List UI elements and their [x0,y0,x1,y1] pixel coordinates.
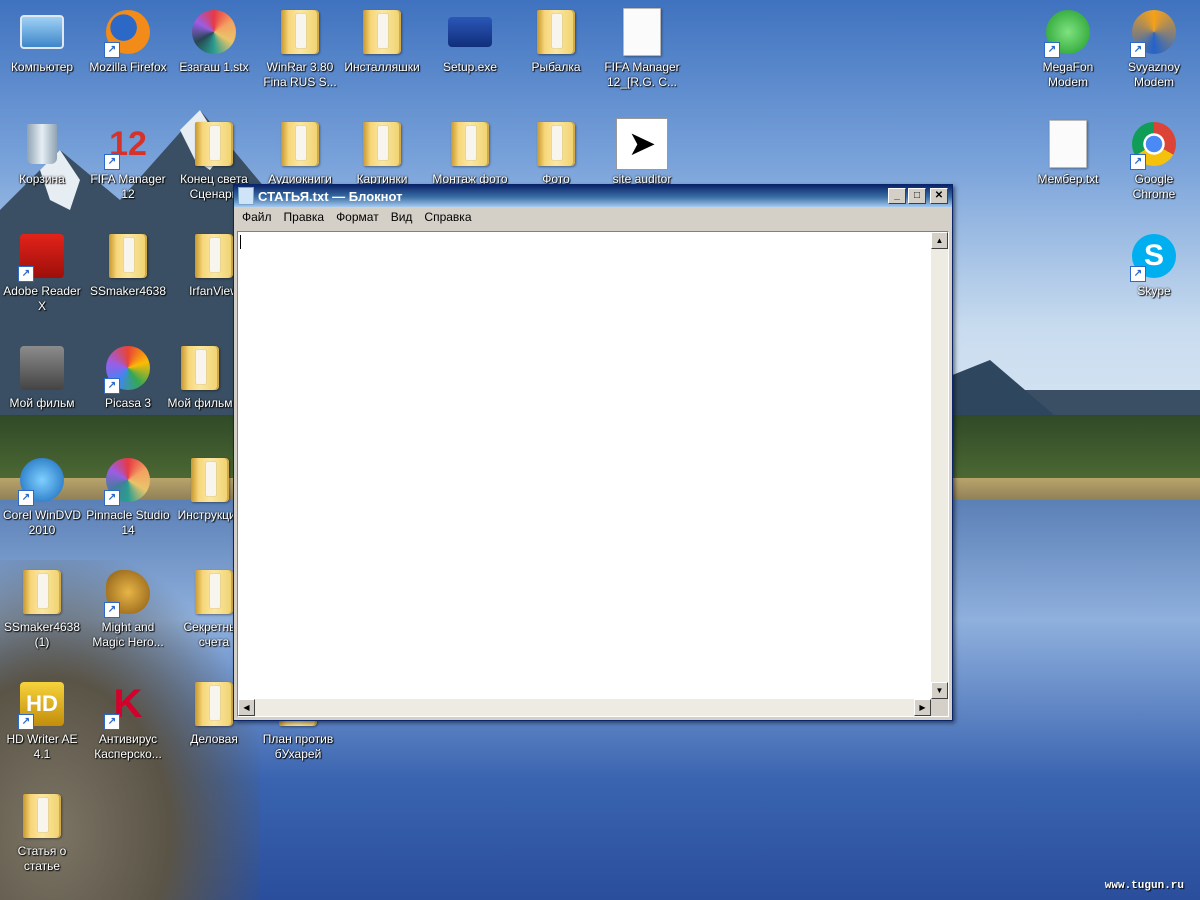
scroll-up-icon[interactable]: ▲ [931,232,948,249]
desktop-icon-winrar[interactable]: WinRar 3.80 Fina RUS S... [258,6,342,90]
desktop-icon-svyaznoy[interactable]: ↗ Svyaznoy Modem [1112,6,1196,90]
desktop-icon-megafon[interactable]: ↗ MegaFon Modem [1026,6,1110,90]
shortcut-arrow-icon: ↗ [1130,154,1146,170]
vertical-scrollbar[interactable]: ▲ ▼ [931,232,948,699]
desktop-icon-firefox[interactable]: ↗ Mozilla Firefox [86,6,170,75]
desktop-icon-fishing[interactable]: Рыбалка [514,6,598,75]
desktop-icon-photo-montage[interactable]: Монтаж фото [428,118,512,187]
text-caret [240,235,241,249]
desktop-icon-ssmaker[interactable]: SSmaker4638 [86,230,170,299]
shortcut-arrow-icon: ↗ [18,266,34,282]
walkman-icon [448,17,492,47]
shortcut-arrow-icon: ↗ [1130,266,1146,282]
file-icon [623,8,661,56]
menu-file[interactable]: Файл [236,210,278,224]
folder-icon [537,122,575,166]
shortcut-arrow-icon: ↗ [104,42,120,58]
desktop-icon-windvd[interactable]: ↗ Corel WinDVD 2010 [0,454,84,538]
computer-icon [20,15,64,49]
shortcut-arrow-icon: ↗ [104,714,120,730]
text-area-frame: ▲ ▼ ◀ ▶ [237,231,949,717]
notepad-titlebar[interactable]: СТАТЬЯ.txt — Блокнот _ □ ✕ [234,185,952,207]
folder-icon [537,10,575,54]
recycle-bin-icon [27,124,57,164]
desktop-icon-pinnacle[interactable]: ↗ Pinnacle Studio 14 [86,454,170,538]
desktop-icon-article[interactable]: Статья о статье [0,790,84,874]
desktop-icon-ssmaker-1[interactable]: SSmaker4638 (1) [0,566,84,650]
cursor-icon: ➤ [616,118,668,170]
menu-bar: Файл Правка Формат Вид Справка [234,207,952,227]
scroll-right-icon[interactable]: ▶ [914,699,931,716]
folder-icon [451,122,489,166]
menu-edit[interactable]: Правка [278,210,331,224]
desktop-icon-photo[interactable]: Фото [514,118,598,187]
desktop-icon-adobe-reader[interactable]: ↗ Adobe Reader X [0,230,84,314]
desktop-icon-installers[interactable]: Инсталляшки [340,6,424,75]
text-file-icon [1049,120,1087,168]
shortcut-arrow-icon: ↗ [18,490,34,506]
shortcut-arrow-icon: ↗ [1044,42,1060,58]
scroll-left-icon[interactable]: ◀ [238,699,255,716]
desktop-icon-fifa-manager[interactable]: 12 ↗ FIFA Manager 12 [86,118,170,202]
folder-icon [23,794,61,838]
desktop-icon-skype[interactable]: S ↗ Skype [1112,230,1196,299]
folder-icon [281,122,319,166]
desktop-icon-chrome[interactable]: ↗ Google Chrome [1112,118,1196,202]
shortcut-arrow-icon: ↗ [104,490,120,506]
menu-help[interactable]: Справка [418,210,477,224]
desktop-icon-member-txt[interactable]: Мембер.txt [1026,118,1110,187]
shortcut-arrow-icon: ↗ [104,602,120,618]
film-icon [20,346,64,390]
scroll-down-icon[interactable]: ▼ [931,682,948,699]
window-title: СТАТЬЯ.txt — Блокнот [258,188,403,204]
folder-icon [181,346,219,390]
folder-icon [195,570,233,614]
desktop-icon-setup[interactable]: Setup.exe [428,6,512,75]
shortcut-arrow-icon: ↗ [1130,42,1146,58]
shortcut-arrow-icon: ↗ [104,378,120,394]
folder-icon [195,682,233,726]
maximize-button[interactable]: □ [908,188,926,204]
desktop-icon-pictures[interactable]: Картинки [340,118,424,187]
folder-icon [23,570,61,614]
minimize-button[interactable]: _ [888,188,906,204]
folder-icon [281,10,319,54]
desktop-icon-hd-writer[interactable]: HD ↗ HD Writer AE 4.1 [0,678,84,762]
desktop-icon-kaspersky[interactable]: K ↗ Антивирус Касперско... [86,678,170,762]
folder-icon [195,234,233,278]
horizontal-scrollbar[interactable]: ◀ ▶ [238,699,931,716]
menu-format[interactable]: Формат [330,210,385,224]
desktop-icon-recycle-bin[interactable]: Корзина [0,118,84,187]
shortcut-arrow-icon: ↗ [18,714,34,730]
folder-icon [363,10,401,54]
desktop-icon-ezagash[interactable]: Езагаш 1.stx [172,6,256,75]
notepad-window[interactable]: СТАТЬЯ.txt — Блокнот _ □ ✕ Файл Правка Ф… [233,184,953,721]
notepad-icon [238,187,254,205]
folder-icon [191,458,229,502]
desktop-icon-site-auditor[interactable]: ➤ site auditor [600,118,684,187]
folder-icon [363,122,401,166]
desktop-icon-computer[interactable]: Компьютер [0,6,84,75]
close-button[interactable]: ✕ [930,188,948,204]
desktop-icon-fifa-archive[interactable]: FIFA Manager 12_[R.G. C... [600,6,684,90]
watermark: www.tugun.ru [1104,880,1184,892]
text-editor[interactable] [238,232,931,699]
desktop-icon-audiobooks[interactable]: Аудиокниги [258,118,342,187]
desktop-icon-my-film-folder[interactable]: Мой фильм [158,342,242,411]
folder-icon [195,122,233,166]
folder-icon [109,234,147,278]
shortcut-arrow-icon: ↗ [104,154,120,170]
resize-grip-icon[interactable] [931,699,948,716]
pinwheel-icon [192,10,236,54]
menu-view[interactable]: Вид [385,210,419,224]
desktop-icon-might-magic[interactable]: ↗ Might and Magic Hero... [86,566,170,650]
desktop-icon-my-film[interactable]: Мой фильм [0,342,84,411]
